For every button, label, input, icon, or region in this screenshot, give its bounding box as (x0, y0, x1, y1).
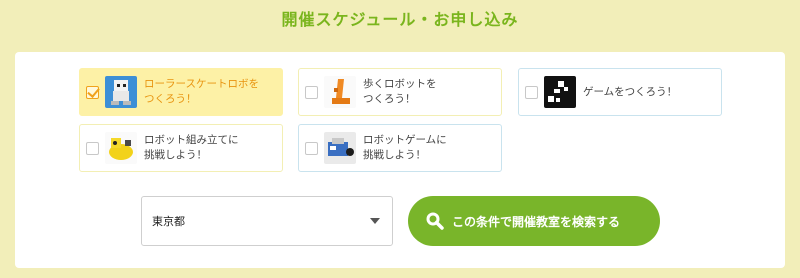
course-label: ゲームをつくろう！ (583, 85, 678, 98)
course-option-walking-robot[interactable]: 歩くロボットを つくろう！ (298, 68, 502, 116)
course-option-roller-skate-robot[interactable]: ローラースケートロボを つくろう！ (79, 68, 283, 116)
chevron-down-icon (370, 218, 380, 224)
search-button-label: この条件で開催教室を検索する (452, 214, 621, 229)
robot-game-icon (324, 132, 356, 164)
course-option-game[interactable]: ゲームをつくろう！ (518, 68, 722, 116)
robot-assembly-icon (105, 132, 137, 164)
course-option-robot-game[interactable]: ロボットゲームに 挑戦しよう！ (298, 124, 502, 172)
page-title: 開催スケジュール・お申し込み (281, 10, 519, 29)
region-select[interactable]: 東京都 (141, 196, 393, 246)
course-label: ローラースケートロボを つくろう！ (144, 78, 259, 105)
checkbox[interactable] (86, 141, 99, 155)
walking-robot-icon (324, 76, 356, 108)
checkbox[interactable] (525, 85, 538, 99)
course-label: 歩くロボットを つくろう！ (363, 78, 437, 105)
checkbox-checked[interactable] (86, 85, 99, 99)
checkbox[interactable] (305, 85, 318, 99)
roller-skate-robot-icon (105, 76, 137, 108)
search-icon (426, 212, 444, 230)
course-label: ロボット組み立てに 挑戦しよう！ (144, 134, 239, 161)
game-icon (544, 76, 576, 108)
checkbox[interactable] (305, 141, 318, 155)
course-label: ロボットゲームに 挑戦しよう！ (363, 134, 447, 161)
search-button[interactable]: この条件で開催教室を検索する (408, 196, 660, 246)
region-select-value: 東京都 (152, 215, 185, 228)
course-option-robot-assembly[interactable]: ロボット組み立てに 挑戦しよう！ (79, 124, 283, 172)
